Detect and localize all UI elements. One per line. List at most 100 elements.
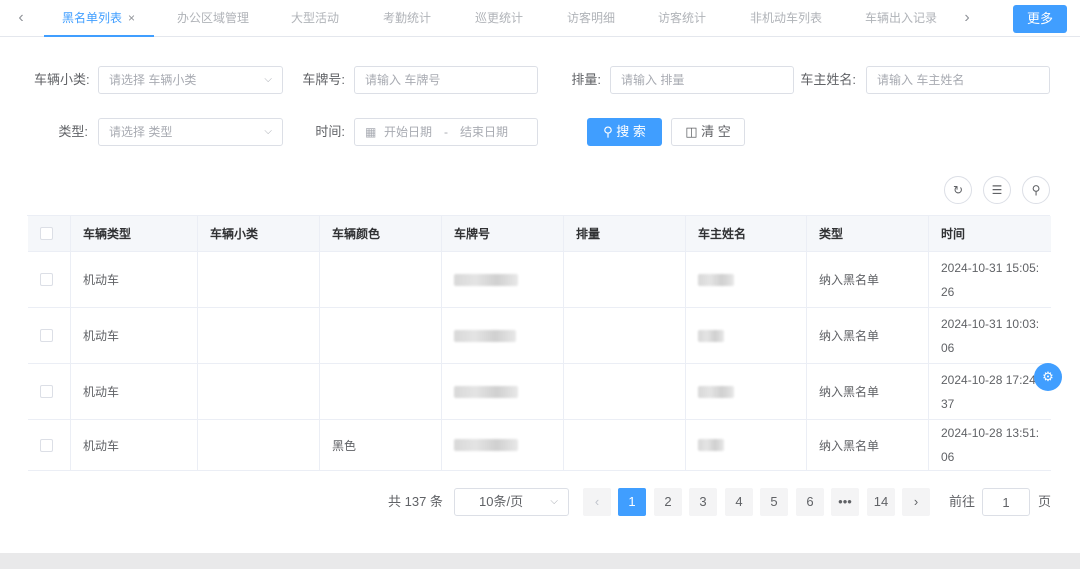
cell-type: 纳入黑名单 <box>807 364 929 419</box>
cell-time: 2024-10-28 17:24:37 <box>929 364 1051 419</box>
select-all-checkbox[interactable] <box>40 227 53 240</box>
tab-attendance[interactable]: 考勤统计 <box>383 0 431 37</box>
page-3[interactable]: 3 <box>689 488 717 516</box>
time-text: 2024-10-31 15:05:26 <box>941 260 1040 299</box>
row-checkbox-cell <box>28 420 71 470</box>
settings-gear-icon[interactable]: ⚙ <box>1034 363 1062 391</box>
page-size-select[interactable]: 10条/页 ⌵ <box>454 488 569 516</box>
plate-field[interactable] <box>354 66 538 94</box>
cell-plate <box>442 308 564 363</box>
header-color: 车辆颜色 <box>320 216 442 251</box>
tab-office-area[interactable]: 办公区域管理 <box>177 0 249 37</box>
select-placeholder: 请选择 类型 <box>109 125 173 139</box>
search-icon: ⚲ <box>603 124 613 139</box>
page-size-value: 10条/页 <box>479 494 524 509</box>
cell-type: 纳入黑名单 <box>807 252 929 307</box>
date-separator: - <box>444 125 448 139</box>
displacement-field[interactable] <box>610 66 794 94</box>
header-time: 时间 <box>941 227 966 241</box>
cell-displacement <box>564 364 686 419</box>
page-1[interactable]: 1 <box>618 488 646 516</box>
page-4[interactable]: 4 <box>725 488 753 516</box>
clear-button[interactable]: ◫ 清 空 <box>671 118 745 146</box>
header-type: 类型 <box>807 216 929 251</box>
refresh-icon[interactable]: ↻ <box>944 176 972 204</box>
tab-non-motor[interactable]: 非机动车列表 <box>750 0 822 37</box>
displacement-input[interactable] <box>621 67 793 93</box>
page: ‹ 黑名单列表 × 办公区域管理 大型活动 考勤统计 巡更统计 访客明细 访客统计… <box>0 0 1080 553</box>
table-row: 机动车 黑色 纳入黑名单 2024-10-28 13:51:06 <box>28 420 1051 471</box>
header-vehicle-type: 车辆类型 <box>71 216 198 251</box>
tab-vehicle-records[interactable]: 车辆出入记录 <box>865 0 937 37</box>
header-displacement: 排量 <box>564 216 686 251</box>
plate-input[interactable] <box>365 67 537 93</box>
search-button-label: 搜 索 <box>616 124 646 139</box>
next-page-icon[interactable]: › <box>902 488 930 516</box>
prev-page-icon[interactable]: ‹ <box>583 488 611 516</box>
cell-time: 2024-10-28 13:51:06 <box>929 420 1051 470</box>
goto-page-input[interactable] <box>982 488 1030 516</box>
page-ellipsis[interactable]: ••• <box>831 488 859 516</box>
cell-plate <box>442 364 564 419</box>
tab-prev-icon[interactable]: ‹ <box>11 6 31 30</box>
columns-settings-icon[interactable]: ☰ <box>983 176 1011 204</box>
page-14[interactable]: 14 <box>867 488 895 516</box>
tab-visitor-stats[interactable]: 访客统计 <box>658 0 706 37</box>
chevron-down-icon: ⌵ <box>264 126 272 137</box>
tab-large-events[interactable]: 大型活动 <box>291 0 339 37</box>
cell-subtype <box>198 308 320 363</box>
page-2[interactable]: 2 <box>654 488 682 516</box>
cell-displacement <box>564 420 686 470</box>
close-icon[interactable]: × <box>128 0 135 37</box>
tab-label: 黑名单列表 <box>62 11 123 25</box>
time-text: 2024-10-28 13:51:06 <box>941 426 1040 464</box>
tab-blacklist[interactable]: 黑名单列表 × <box>44 0 154 37</box>
page-6[interactable]: 6 <box>796 488 824 516</box>
row-checkbox[interactable] <box>40 438 53 452</box>
clear-button-label: 清 空 <box>701 124 731 139</box>
table-row: 机动车 纳入黑名单 2024-10-31 10:03:06 <box>28 308 1051 364</box>
search-toggle-icon[interactable]: ⚲ <box>1022 176 1050 204</box>
row-checkbox[interactable] <box>40 329 53 342</box>
tab-next-icon[interactable]: › <box>957 6 977 30</box>
more-button[interactable]: 更多 <box>1013 5 1067 33</box>
type-select[interactable]: 请选择 类型 ⌵ <box>98 118 283 146</box>
time-text: 2024-10-28 17:24:37 <box>941 372 1040 411</box>
time-text: 2024-10-31 10:03:06 <box>941 316 1040 355</box>
header-plate: 车牌号 <box>442 216 564 251</box>
cell-vehicle-type: 机动车 <box>71 364 198 419</box>
cell-subtype <box>198 420 320 470</box>
date-range-picker[interactable]: ▦ 开始日期 - 结束日期 <box>354 118 538 146</box>
page-5[interactable]: 5 <box>760 488 788 516</box>
start-date-placeholder[interactable]: 开始日期 <box>384 119 432 145</box>
row-checkbox[interactable] <box>40 385 53 398</box>
table-header: 车辆类型 车辆小类 车辆颜色 车牌号 排量 车主姓名 类型 时间 <box>28 216 1051 252</box>
cell-vehicle-type: 机动车 <box>71 420 198 470</box>
row-checkbox-cell <box>28 308 71 363</box>
chevron-down-icon: ⌵ <box>264 74 272 85</box>
cell-subtype <box>198 364 320 419</box>
search-button[interactable]: ⚲ 搜 索 <box>587 118 662 146</box>
cell-type: 纳入黑名单 <box>807 308 929 363</box>
owner-input[interactable] <box>877 67 1049 93</box>
cell-type: 纳入黑名单 <box>807 420 929 470</box>
tab-patrol[interactable]: 巡更统计 <box>475 0 523 37</box>
header-owner: 车主姓名 <box>686 216 807 251</box>
redacted-plate <box>454 439 518 451</box>
tab-visitor-detail[interactable]: 访客明细 <box>567 0 615 37</box>
redacted-plate <box>454 329 516 342</box>
end-date-placeholder[interactable]: 结束日期 <box>460 119 508 145</box>
table-row: 机动车 纳入黑名单 2024-10-28 17:24:37 <box>28 364 1051 420</box>
trash-icon: ◫ <box>685 124 698 139</box>
cell-color <box>320 308 442 363</box>
cell-vehicle-type: 机动车 <box>71 308 198 363</box>
vehicle-subtype-label: 车辆小类: <box>34 72 90 87</box>
cell-time: 2024-10-31 15:05:26 <box>929 252 1051 307</box>
cell-time: 2024-10-31 10:03:06 <box>929 308 1051 363</box>
vehicle-subtype-select[interactable]: 请选择 车辆小类 ⌵ <box>98 66 283 94</box>
type-label: 类型: <box>58 124 88 139</box>
cell-color <box>320 364 442 419</box>
cell-color <box>320 252 442 307</box>
owner-field[interactable] <box>866 66 1050 94</box>
row-checkbox[interactable] <box>40 273 53 286</box>
